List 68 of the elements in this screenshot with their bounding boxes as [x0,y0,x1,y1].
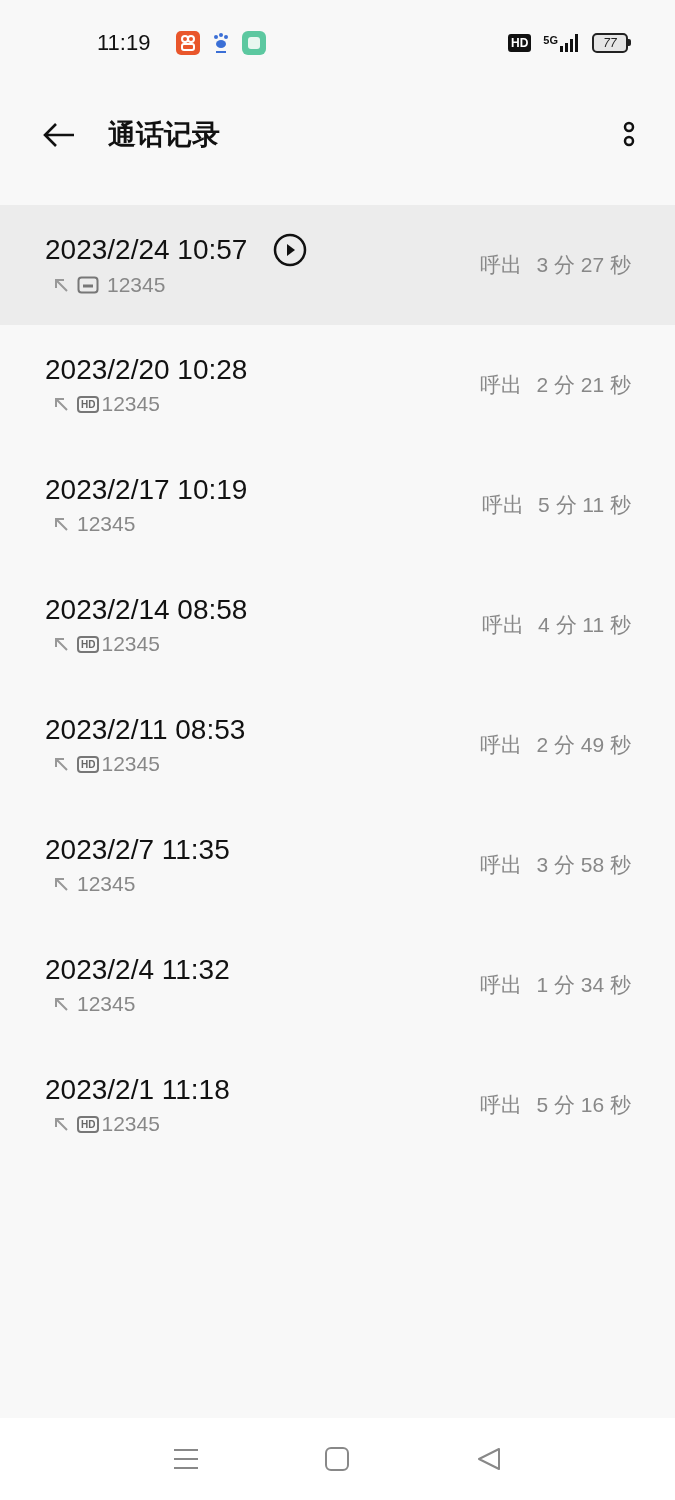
network-label: 5G [543,33,558,46]
call-record-row[interactable]: 2023/2/24 10:57 12345 呼出 3 分 27 秒 [0,205,675,325]
home-button[interactable] [325,1447,350,1471]
play-button[interactable] [273,233,308,267]
call-type: 呼出 [480,1092,523,1118]
outgoing-call-icon [53,636,69,652]
call-record-row[interactable]: 2023/2/20 10:28 HD 12345 呼出 2 分 21 秒 [0,325,675,445]
hd-tag: HD [77,1115,100,1133]
page-title: 通话记录 [108,118,221,152]
call-duration: 2 分 21 秒 [536,372,631,398]
outgoing-call-icon [53,996,69,1012]
menu-button[interactable] [173,1448,198,1470]
call-duration: 5 分 16 秒 [536,1092,631,1118]
phone-number: 12345 [101,632,160,656]
battery-icon: 77 [592,32,631,53]
phone-number: 12345 [107,273,166,297]
app-icon [176,30,201,55]
hd-indicator: HD [507,33,532,52]
call-datetime: 2023/2/1 11:18 [45,1074,230,1106]
call-record-row[interactable]: 2023/2/14 08:58 HD 12345 呼出 4 分 11 秒 [0,565,675,685]
hd-tag: HD [77,395,100,413]
hd-tag: HD [77,755,100,773]
back-button[interactable] [42,122,76,148]
phone-number: 12345 [77,872,136,896]
back-nav-button[interactable] [477,1447,502,1471]
call-duration: 3 分 27 秒 [536,252,631,278]
phone-number: 12345 [77,512,136,536]
call-datetime: 2023/2/7 11:35 [45,834,230,866]
call-datetime: 2023/2/14 08:58 [45,594,248,626]
outgoing-call-icon [53,516,69,532]
signal-icon [560,33,580,52]
call-datetime: 2023/2/20 10:28 [45,354,248,386]
paw-icon [212,31,231,54]
call-type: 呼出 [482,492,524,518]
call-type: 呼出 [480,252,523,278]
outgoing-call-icon [53,1116,69,1132]
outgoing-call-icon [53,756,69,772]
call-duration: 4 分 11 秒 [538,612,631,638]
call-record-row[interactable]: 2023/2/7 11:35 12345 呼出 3 分 58 秒 [0,805,675,925]
call-record-row[interactable]: 2023/2/17 10:19 12345 呼出 5 分 11 秒 [0,445,675,565]
call-record-row[interactable]: 2023/2/4 11:32 12345 呼出 1 分 34 秒 [0,925,675,1045]
call-duration: 2 分 49 秒 [536,732,631,758]
phone-number: 12345 [101,752,160,776]
call-type: 呼出 [482,612,524,638]
app-icon [242,30,267,55]
call-record-row[interactable]: 2023/2/11 08:53 HD 12345 呼出 2 分 49 秒 [0,685,675,805]
call-datetime: 2023/2/4 11:32 [45,954,230,986]
call-datetime: 2023/2/11 08:53 [45,714,246,746]
call-type: 呼出 [480,732,523,758]
more-button[interactable] [623,121,635,149]
call-datetime: 2023/2/24 10:57 [45,234,248,266]
outgoing-call-icon [53,876,69,892]
call-type: 呼出 [480,372,523,398]
call-duration: 5 分 11 秒 [538,492,631,518]
phone-number: 12345 [101,1112,160,1136]
call-datetime: 2023/2/17 10:19 [45,474,248,506]
hd-tag: HD [77,635,100,653]
call-duration: 3 分 58 秒 [536,852,631,878]
recorder-icon [77,276,99,294]
call-type: 呼出 [480,972,523,998]
call-record-row[interactable]: 2023/2/1 11:18 HD 12345 呼出 5 分 16 秒 [0,1045,675,1165]
phone-number: 12345 [77,992,136,1016]
phone-number: 12345 [101,392,160,416]
outgoing-call-icon [53,277,69,293]
call-type: 呼出 [480,852,523,878]
status-time: 11:19 [97,29,151,56]
outgoing-call-icon [53,396,69,412]
call-duration: 1 分 34 秒 [536,972,631,998]
